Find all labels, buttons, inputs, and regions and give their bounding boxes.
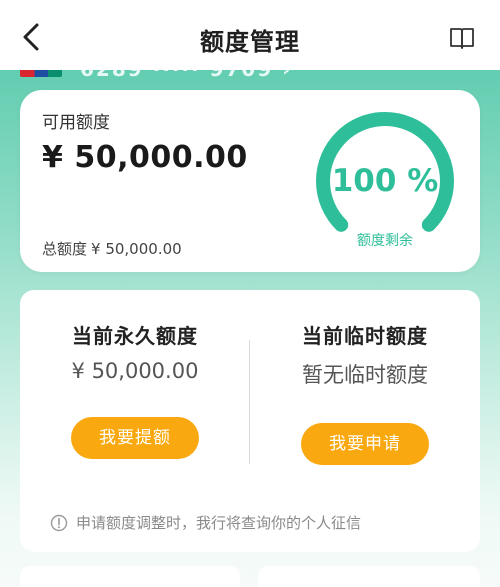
gauge-percent: 100 % [331,163,439,199]
credit-check-notice: 申请额度调整时，我行将查询你的个人征信 [50,512,361,533]
gauge-caption: 额度剩余 [357,233,413,249]
permanent-quota-section: 当前永久额度 ¥ 50,000.00 我要提额 [20,320,250,459]
total-amount: ¥ 50,000.00 [91,240,182,258]
apply-temporary-button[interactable]: 我要申请 [301,423,429,465]
bottom-tile-left [20,566,240,587]
quota-card: 当前永久额度 ¥ 50,000.00 我要提额 当前临时额度 暂无临时额度 我要… [20,290,480,552]
available-label: 可用额度 [42,113,110,133]
notice-text: 申请额度调整时，我行将查询你的个人征信 [76,514,362,532]
info-circle-icon [50,514,68,531]
total-credit-line: 总额度 ¥ 50,000.00 [42,238,182,259]
bottom-tile-right [258,566,480,587]
temporary-quota-value: 暂无临时额度 [302,363,428,387]
temporary-quota-section: 当前临时额度 暂无临时额度 我要申请 [250,320,480,465]
available-amount: ¥ 50,000.00 [42,140,248,175]
page-title: 额度管理 [200,28,300,56]
remaining-gauge: 100 % 额度剩余 [310,106,460,256]
nav-bar: 额度管理 [0,0,500,70]
permanent-quota-title: 当前永久额度 [72,324,198,348]
temporary-quota-title: 当前临时额度 [302,324,428,348]
permanent-quota-value: ¥ 50,000.00 [71,359,199,383]
available-credit-card: 可用额度 ¥ 50,000.00 总额度 ¥ 50,000.00 100 % 额度… [20,90,480,272]
book-icon [450,28,474,49]
total-label: 总额度 [42,240,88,258]
raise-limit-button[interactable]: 我要提额 [71,417,199,459]
guide-button[interactable] [448,24,476,52]
